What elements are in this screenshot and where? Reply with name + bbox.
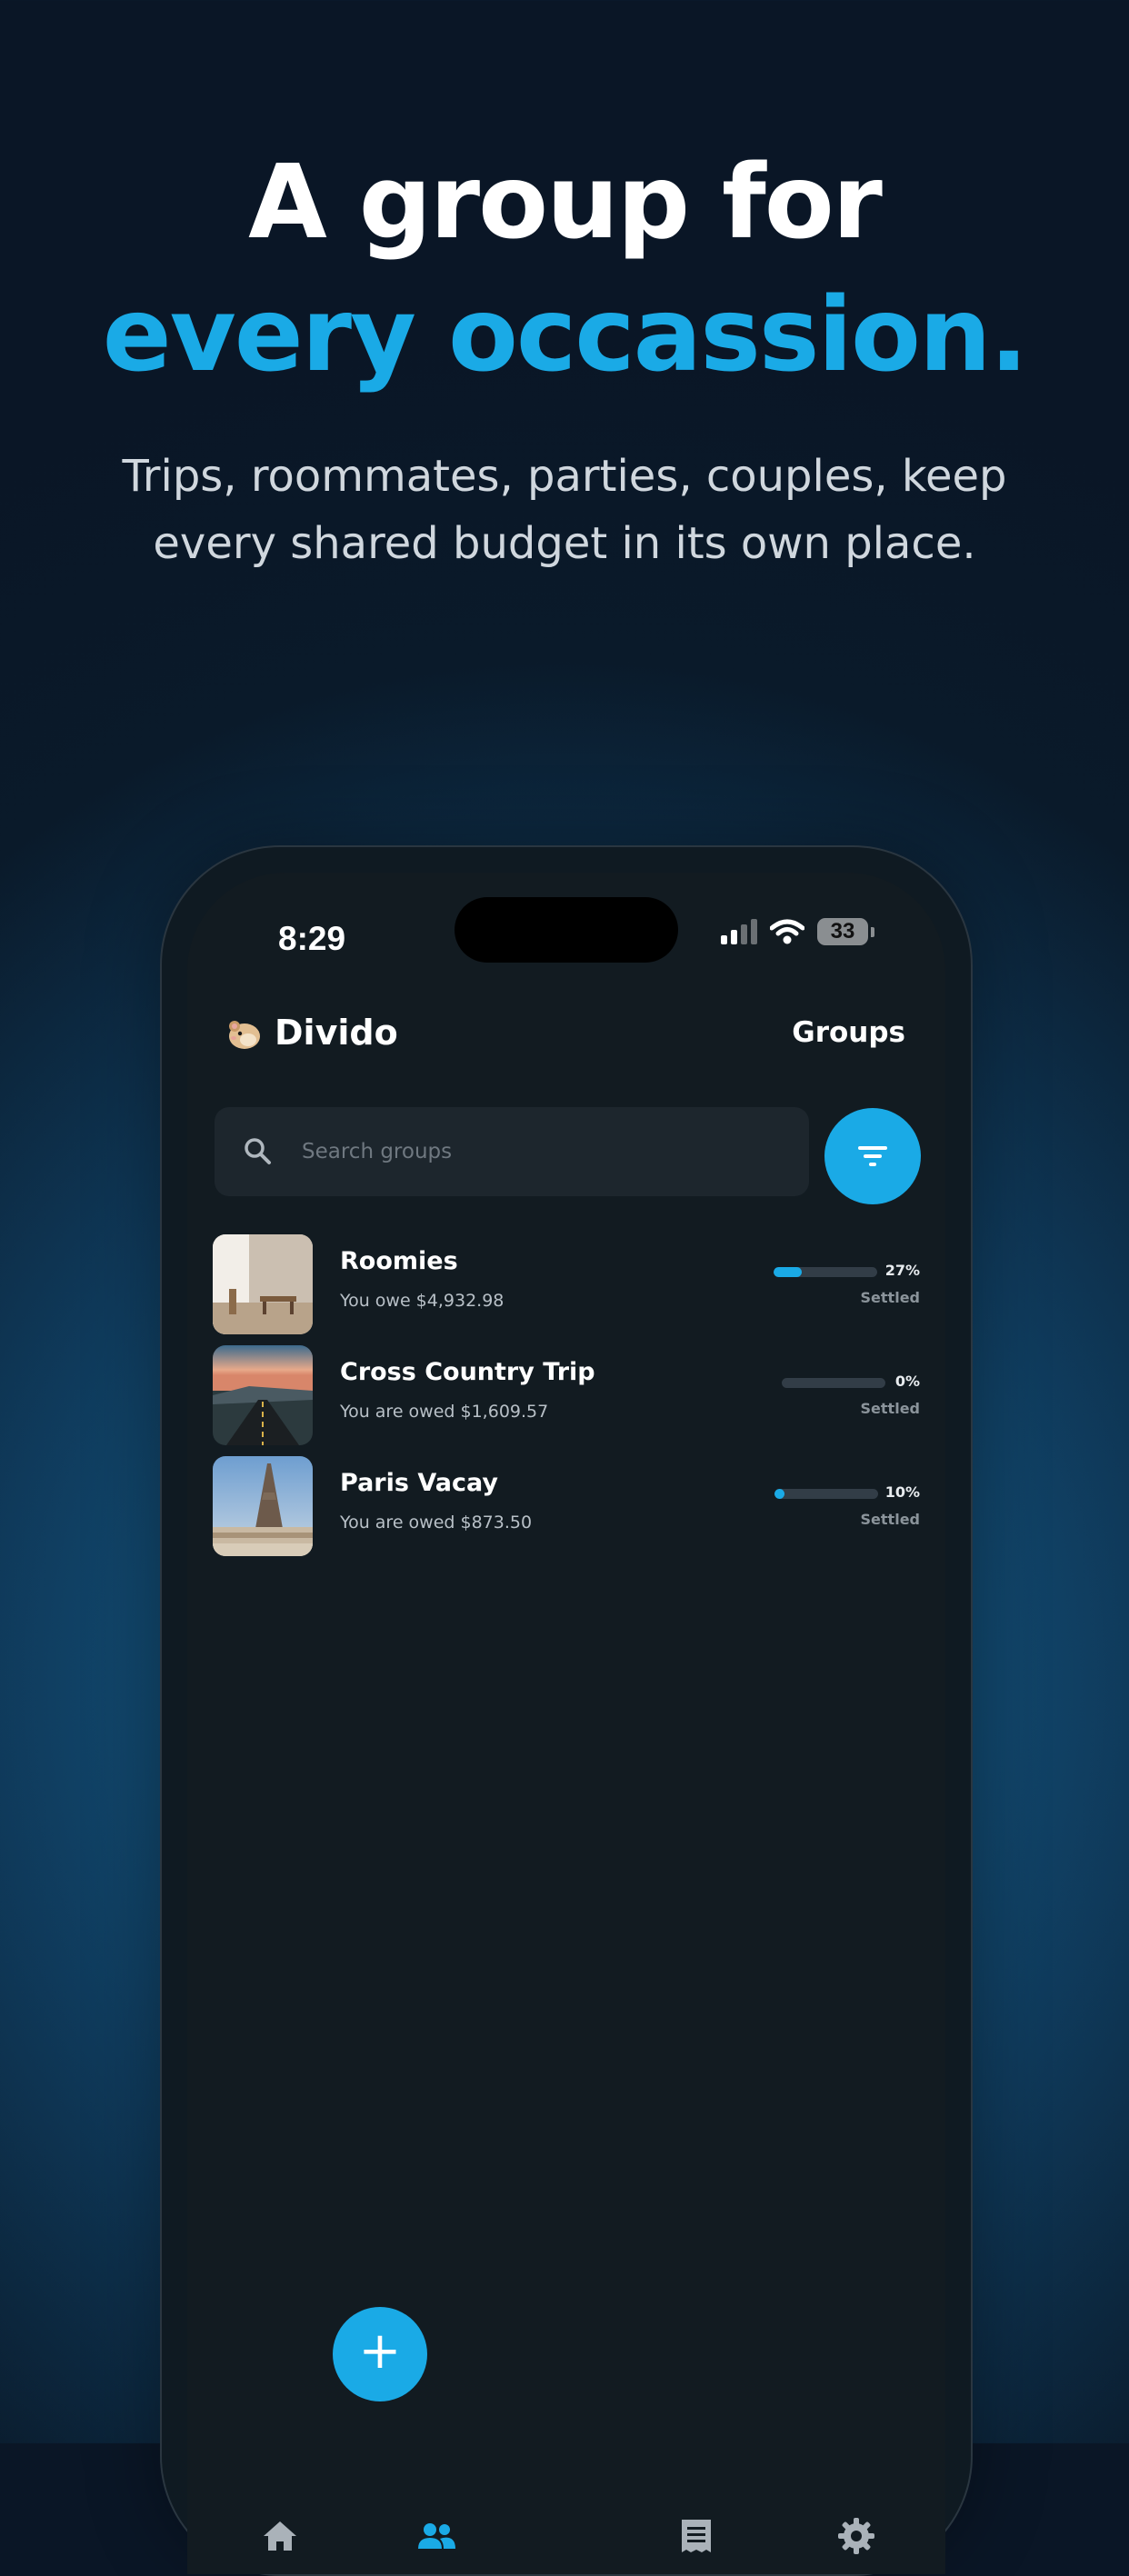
- living-room-photo: [213, 1234, 313, 1334]
- settings-icon[interactable]: [836, 2516, 876, 2556]
- group-name: Cross Country Trip: [340, 1358, 595, 1386]
- cellular-signal-icon: [721, 919, 757, 944]
- status-icons: 33: [721, 918, 874, 945]
- search-bar[interactable]: Search groups: [215, 1107, 809, 1196]
- group-progress-fill: [774, 1489, 785, 1499]
- app-header: Divido Groups: [225, 1005, 905, 1060]
- group-percent: 0%: [894, 1373, 920, 1390]
- hero-subtitle-line1: Trips, roommates, parties, couples, keep: [122, 451, 1007, 502]
- receipt-icon[interactable]: [676, 2516, 716, 2556]
- home-icon[interactable]: [260, 2516, 300, 2556]
- hero-subtitle-line2: every shared budget in its own place.: [153, 518, 976, 569]
- group-balance: You owe $4,932.98: [340, 1291, 505, 1311]
- groups-icon[interactable]: [416, 2516, 456, 2556]
- page-title: Groups: [792, 1016, 905, 1049]
- hero-subtitle: Trips, roommates, parties, couples, keep…: [0, 443, 1129, 577]
- hero-title-line1: A group for: [248, 144, 883, 262]
- group-status: Settled: [860, 1400, 920, 1417]
- hero-title-line2: every occassion.: [102, 276, 1028, 394]
- hero: A group for every occassion. Trips, room…: [0, 136, 1129, 577]
- group-progress-fill: [774, 1267, 802, 1277]
- brand: Divido: [225, 1013, 398, 1053]
- search-input[interactable]: Search groups: [302, 1140, 452, 1163]
- filter-icon: [858, 1146, 887, 1166]
- add-icon: +: [358, 2321, 402, 2381]
- status-time: 8:29: [278, 920, 346, 957]
- hamster-logo-icon: [229, 1021, 260, 1049]
- group-progress-bar: [774, 1267, 877, 1277]
- search-icon: [245, 1138, 271, 1164]
- group-row-cross-country-trip[interactable]: Cross Country Trip You are owed $1,609.5…: [213, 1345, 922, 1445]
- wifi-icon: [770, 919, 804, 944]
- eiffel-tower-photo: [213, 1456, 313, 1556]
- group-name: Roomies: [340, 1247, 458, 1275]
- filter-button[interactable]: [824, 1108, 921, 1204]
- group-row-paris-vacay[interactable]: Paris Vacay You are owed $873.50 10% Set…: [213, 1456, 922, 1556]
- tab-bar: [187, 2456, 945, 2574]
- dynamic-island: [455, 897, 678, 963]
- app-name: Divido: [275, 1013, 398, 1053]
- group-progress-bar: [774, 1489, 878, 1499]
- phone-screen: 8:29 33 Divido Groups Search groups Room…: [187, 873, 945, 2574]
- battery-level: 33: [817, 918, 868, 945]
- group-row-roomies[interactable]: Roomies You owe $4,932.98 27% Settled: [213, 1234, 922, 1334]
- add-expense-button[interactable]: +: [333, 2307, 427, 2401]
- battery-icon: 33: [817, 918, 874, 945]
- group-percent: 27%: [884, 1262, 920, 1279]
- group-balance: You are owed $1,609.57: [340, 1402, 549, 1422]
- group-balance: You are owed $873.50: [340, 1513, 533, 1533]
- group-status: Settled: [860, 1289, 920, 1306]
- group-name: Paris Vacay: [340, 1469, 498, 1497]
- road-sunset-photo: [213, 1345, 313, 1445]
- phone-frame: 8:29 33 Divido Groups Search groups Room…: [160, 845, 973, 2576]
- group-status: Settled: [860, 1511, 920, 1528]
- group-percent: 10%: [884, 1483, 920, 1501]
- group-progress-bar: [782, 1378, 885, 1388]
